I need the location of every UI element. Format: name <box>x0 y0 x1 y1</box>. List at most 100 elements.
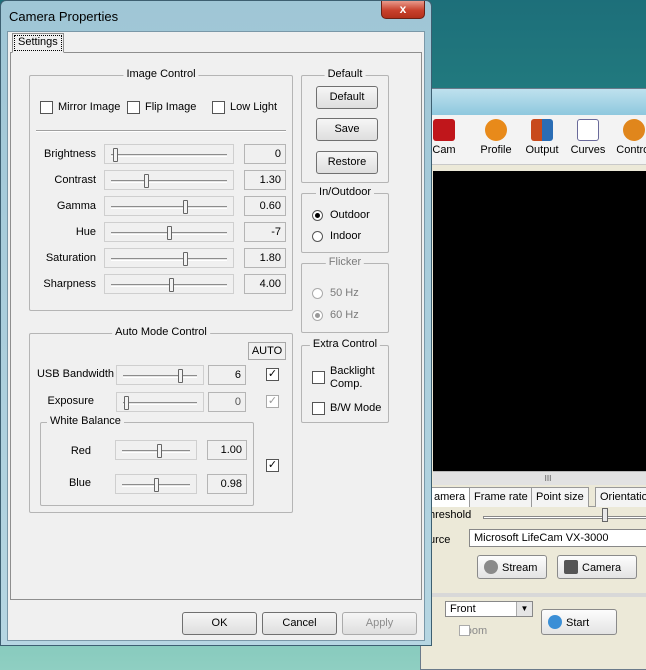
exposure-value: 0 <box>208 392 246 412</box>
exposure-auto-checkbox[interactable]: ✓ <box>266 395 279 408</box>
restore-button[interactable]: Restore <box>316 151 378 174</box>
hue-slider[interactable] <box>104 222 234 242</box>
usb-bandwidth-slider[interactable] <box>116 365 204 385</box>
stream-button[interactable]: Stream <box>477 555 547 579</box>
gamma-slider[interactable] <box>104 196 234 216</box>
indoor-radio[interactable] <box>312 231 323 242</box>
blue-value: 0.98 <box>207 474 247 494</box>
video-preview <box>433 171 646 471</box>
extra-control-group: Extra Control Backlight Comp. B/W Mode <box>301 338 389 423</box>
tab-frame-rate[interactable]: Frame rate <box>469 487 533 507</box>
zoom-checkbox-box[interactable] <box>459 625 470 636</box>
threshold-slider[interactable] <box>483 516 646 519</box>
red-label: Red <box>70 445 91 457</box>
brightness-slider[interactable] <box>104 144 234 164</box>
toolbar-curves-button[interactable]: Curves <box>565 119 611 161</box>
front-select-value: Front <box>450 603 476 615</box>
saturation-label: Saturation <box>45 252 96 264</box>
profile-icon <box>485 119 507 141</box>
apply-button[interactable]: Apply <box>342 612 417 635</box>
backlight-comp-checkbox[interactable] <box>312 371 325 384</box>
toolbar-label: Output <box>525 144 559 156</box>
hue-label: Hue <box>75 226 96 238</box>
image-control-group: Image Control Mirror Image Flip Image Lo… <box>29 68 293 311</box>
zoom-checkbox[interactable]: Zoom <box>459 625 487 637</box>
usb-bandwidth-label: USB Bandwidth <box>36 368 114 380</box>
mirror-image-checkbox[interactable] <box>40 101 53 114</box>
backlight-comp-label: Backlight Comp. <box>330 365 375 390</box>
blue-label: Blue <box>68 477 91 489</box>
brightness-label: Brightness <box>44 148 96 160</box>
slider-thumb[interactable] <box>168 278 174 292</box>
dialog-titlebar[interactable]: Camera Properties x <box>1 1 431 31</box>
exposure-slider[interactable] <box>116 392 204 412</box>
60hz-radio[interactable] <box>312 310 323 321</box>
save-button[interactable]: Save <box>316 118 378 141</box>
slider-thumb[interactable] <box>178 369 184 383</box>
toolbar-label: Curves <box>570 144 606 156</box>
saturation-slider[interactable] <box>104 248 234 268</box>
flicker-group: Flicker 50 Hz 60 Hz <box>301 256 389 333</box>
slider-thumb[interactable] <box>183 252 189 266</box>
toolbar-profile-button[interactable]: Profile <box>473 119 519 161</box>
in-outdoor-title: In/Outdoor <box>316 186 374 198</box>
red-value: 1.00 <box>207 440 247 460</box>
flicker-title: Flicker <box>325 256 365 268</box>
slider-thumb[interactable] <box>156 444 162 458</box>
output-icon <box>531 119 553 141</box>
red-slider[interactable] <box>115 440 197 460</box>
white-balance-auto-checkbox[interactable]: ✓ <box>266 459 279 472</box>
50hz-radio[interactable] <box>312 288 323 299</box>
hue-value: -7 <box>244 222 286 242</box>
start-button[interactable]: Start <box>541 609 617 635</box>
threshold-slider-thumb[interactable] <box>602 508 608 522</box>
close-button[interactable]: x <box>381 1 425 19</box>
toolbar-label: Profile <box>480 144 512 156</box>
in-outdoor-group: In/Outdoor Outdoor Indoor <box>301 186 389 253</box>
source-field[interactable]: Microsoft LifeCam VX-3000 <box>469 529 646 547</box>
front-select[interactable]: Front ▼ <box>445 601 533 617</box>
close-icon: x <box>399 2 407 16</box>
tab-orientation[interactable]: Orientation <box>595 487 646 507</box>
cancel-button[interactable]: Cancel <box>262 612 337 635</box>
control-icon <box>623 119 645 141</box>
tab-settings[interactable]: Settings <box>12 33 64 53</box>
slider-thumb[interactable] <box>144 174 150 188</box>
toolbar-output-button[interactable]: Output <box>519 119 565 161</box>
ok-button[interactable]: OK <box>182 612 257 635</box>
camera-icon <box>564 560 578 574</box>
blue-slider[interactable] <box>115 474 197 494</box>
usb-bandwidth-auto-checkbox[interactable]: ✓ <box>266 368 279 381</box>
white-balance-title: White Balance <box>47 415 124 427</box>
low-light-checkbox[interactable] <box>212 101 225 114</box>
outdoor-label: Outdoor <box>330 209 370 221</box>
slider-thumb[interactable] <box>113 148 119 162</box>
tab-camera[interactable]: amera <box>429 487 471 507</box>
60hz-label: 60 Hz <box>330 309 359 321</box>
low-light-label: Low Light <box>230 101 278 113</box>
flip-image-checkbox[interactable] <box>127 101 140 114</box>
outdoor-radio[interactable] <box>312 210 323 221</box>
gear-icon <box>484 560 498 574</box>
contrast-slider[interactable] <box>104 170 234 190</box>
tab-point-size[interactable]: Point size <box>531 487 589 507</box>
indoor-label: Indoor <box>330 230 362 242</box>
sharpness-slider[interactable] <box>104 274 234 294</box>
slider-thumb[interactable] <box>153 478 159 492</box>
slider-thumb[interactable] <box>183 200 189 214</box>
camera-button[interactable]: Camera <box>557 555 637 579</box>
auto-header: AUTO <box>248 342 286 360</box>
default-group-title: Default <box>324 68 366 80</box>
toolbar-control-button[interactable]: Control <box>611 119 646 161</box>
image-control-title: Image Control <box>123 68 199 80</box>
mirror-image-label: Mirror Image <box>58 101 121 113</box>
background-app-window: Cam Profile Output Curves Control III am… <box>420 88 646 670</box>
slider-thumb[interactable] <box>124 396 130 410</box>
horizontal-scrollbar[interactable]: III <box>433 471 646 485</box>
contrast-label: Contrast <box>54 174 96 186</box>
slider-thumb[interactable] <box>166 226 172 240</box>
bw-mode-checkbox[interactable] <box>312 402 325 415</box>
contrast-value: 1.30 <box>244 170 286 190</box>
background-app-toolbar: Cam Profile Output Curves Control <box>421 115 646 165</box>
default-button[interactable]: Default <box>316 86 378 109</box>
